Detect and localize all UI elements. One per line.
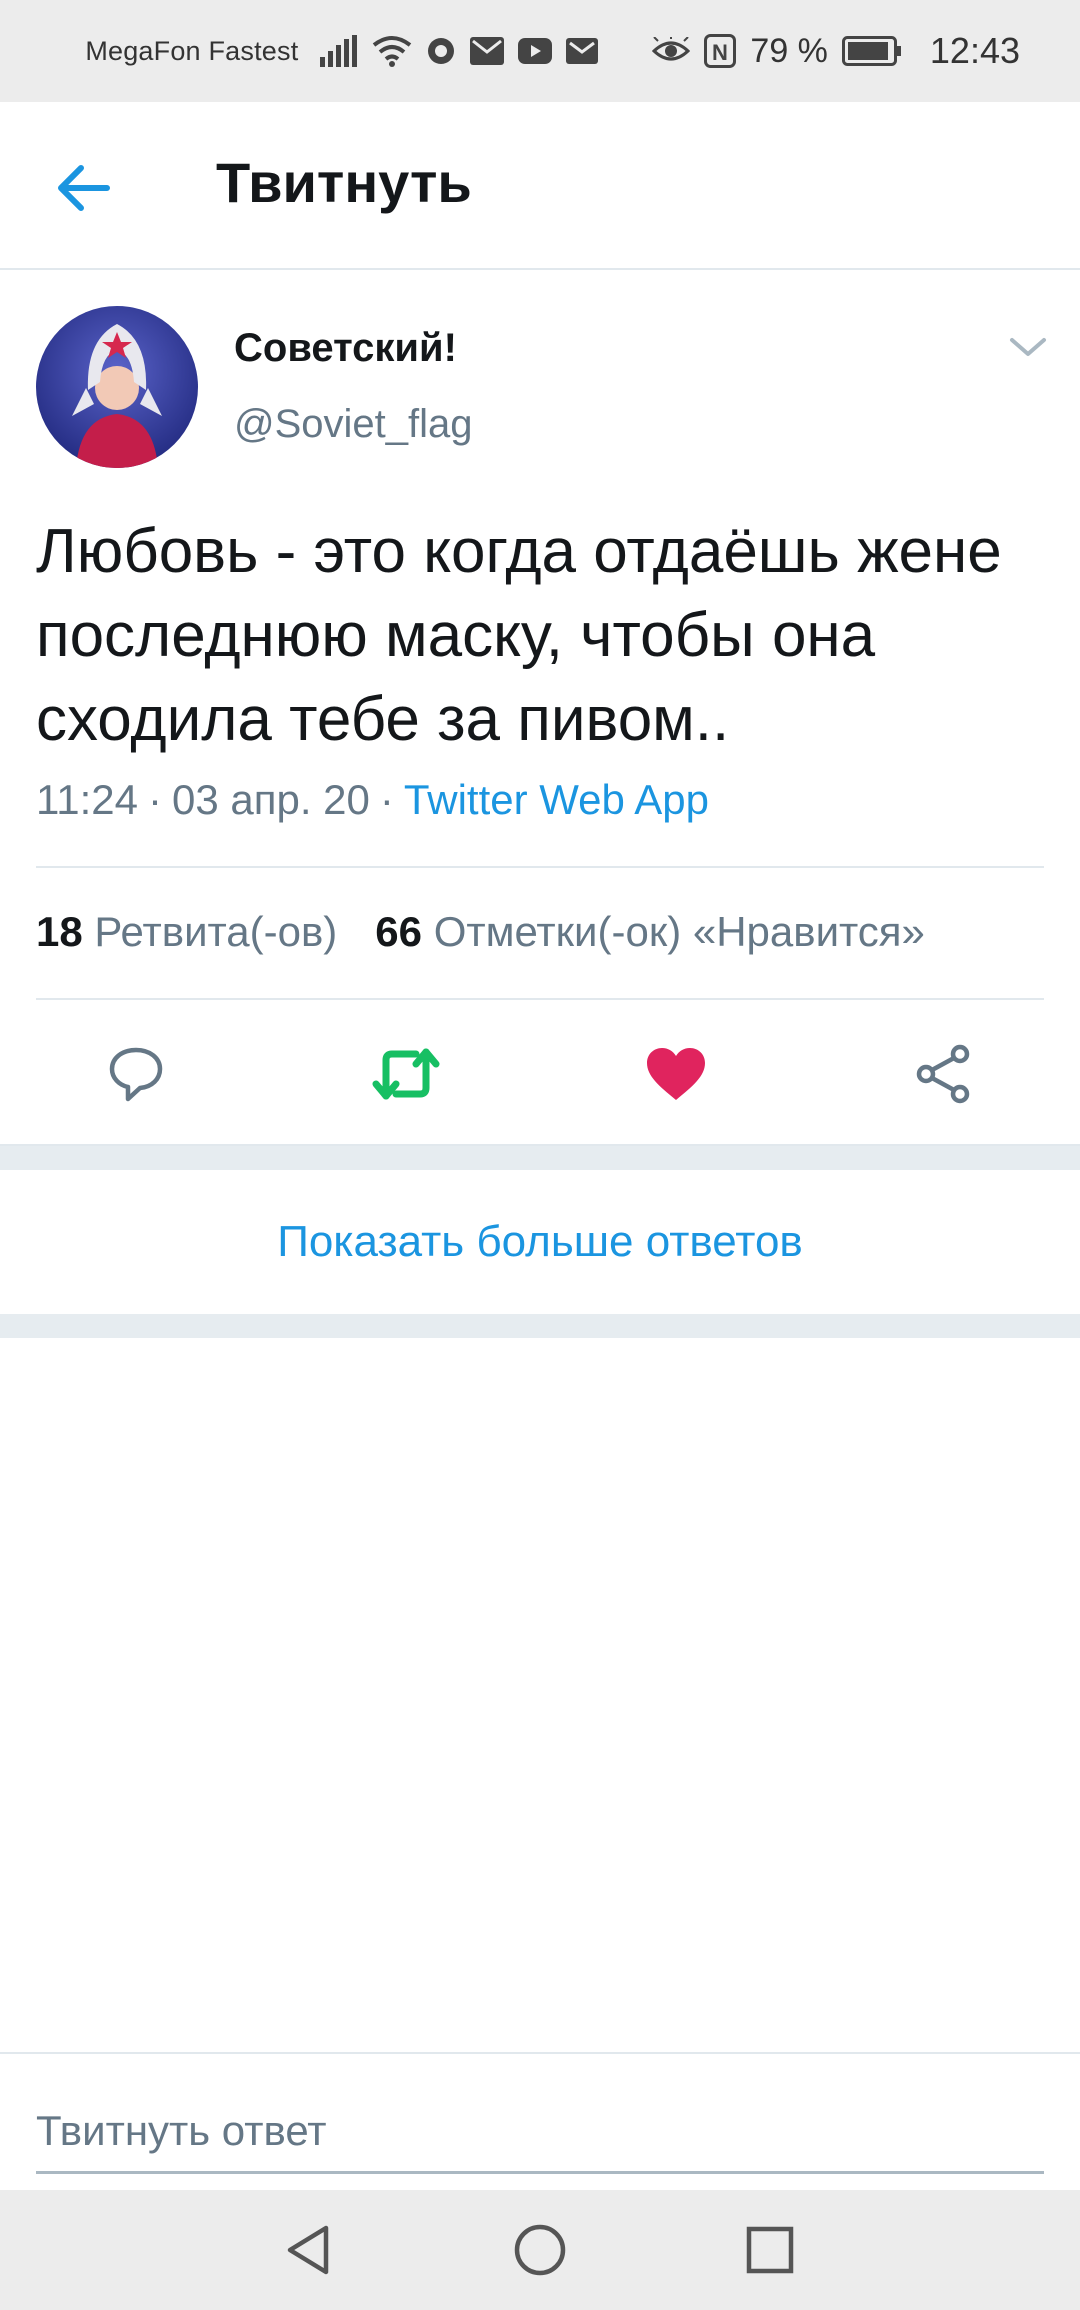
- user-display-name[interactable]: Советский!: [234, 326, 457, 371]
- like-label: Отметки(-ок) «Нравится»: [433, 908, 925, 955]
- status-bar: MegaFon Fastest N 79 % 12:43: [0, 0, 1080, 102]
- clock: 12:43: [929, 30, 1020, 71]
- signal-icon: [320, 35, 358, 67]
- carrier-name: MegaFon Fastest: [85, 35, 299, 66]
- system-navigation-bar: [0, 2190, 1080, 2310]
- tweet-date: 03 апр. 20: [172, 776, 370, 823]
- reply-icon: [109, 1047, 163, 1102]
- retweet-icon: [372, 1048, 440, 1100]
- divider: [36, 866, 1044, 868]
- likes-stat[interactable]: 66 Отметки(-ок) «Нравится»: [375, 908, 925, 955]
- share-icon: [916, 1044, 970, 1104]
- tweet-text: Любовь - это когда отдаёшь жене последню…: [36, 517, 1002, 754]
- meta-separator: ·: [148, 776, 162, 823]
- back-button[interactable]: [52, 156, 116, 220]
- share-button[interactable]: [908, 1038, 980, 1110]
- eye-comfort-icon: [652, 37, 691, 65]
- user-handle[interactable]: @Soviet_flag: [234, 402, 473, 447]
- heart-filled-icon: [647, 1048, 705, 1100]
- mail-icon: [470, 37, 505, 65]
- tweet-action-bar: [0, 1002, 1080, 1144]
- section-spacer: [0, 1314, 1080, 1338]
- retweet-count: 18: [36, 908, 83, 955]
- svg-text:N: N: [712, 40, 728, 65]
- nav-back-button[interactable]: [276, 2218, 340, 2282]
- nav-home-button[interactable]: [508, 2218, 572, 2282]
- avatar[interactable]: [36, 306, 198, 468]
- avatar-image: [36, 306, 198, 468]
- notification-app-icon: [426, 36, 456, 66]
- like-button[interactable]: [640, 1038, 712, 1110]
- tweet-stats: 18 Ретвита(-ов) 66 Отметки(-ок) «Нравится…: [36, 908, 925, 956]
- nav-recents-button[interactable]: [738, 2218, 802, 2282]
- section-spacer: [0, 1146, 1080, 1170]
- tweet-menu-button[interactable]: [1004, 330, 1052, 366]
- retweet-button[interactable]: [370, 1038, 442, 1110]
- retweets-stat[interactable]: 18 Ретвита(-ов): [36, 908, 337, 955]
- tweet-source-link[interactable]: Twitter Web App: [404, 776, 709, 823]
- battery-percent: 79 %: [750, 31, 828, 70]
- divider: [36, 998, 1044, 1000]
- arrow-left-icon: [58, 165, 110, 211]
- retweet-label: Ретвита(-ов): [94, 908, 338, 955]
- reply-input[interactable]: [36, 2090, 1044, 2174]
- battery-icon: [841, 36, 902, 66]
- chevron-down-icon: [1010, 338, 1046, 356]
- youtube-icon: [518, 38, 553, 64]
- wifi-icon: [372, 35, 412, 67]
- circle-home-icon: [514, 2224, 566, 2276]
- like-count: 66: [375, 908, 423, 955]
- top-app-bar: Твитнуть: [0, 102, 1080, 270]
- show-more-replies-button[interactable]: Показать больше ответов: [0, 1170, 1080, 1314]
- square-recents-icon: [746, 2226, 794, 2274]
- reply-button[interactable]: [100, 1038, 172, 1110]
- tweet-time: 11:24: [36, 776, 138, 823]
- tweet-meta: 11:24 · 03 апр. 20 · Twitter Web App: [36, 776, 709, 824]
- meta-separator: ·: [379, 776, 394, 823]
- gmail-icon: [566, 38, 599, 64]
- page-title: Твитнуть: [216, 151, 472, 214]
- divider: [0, 2052, 1080, 2054]
- nfc-icon: N: [704, 34, 737, 68]
- triangle-back-icon: [287, 2225, 329, 2275]
